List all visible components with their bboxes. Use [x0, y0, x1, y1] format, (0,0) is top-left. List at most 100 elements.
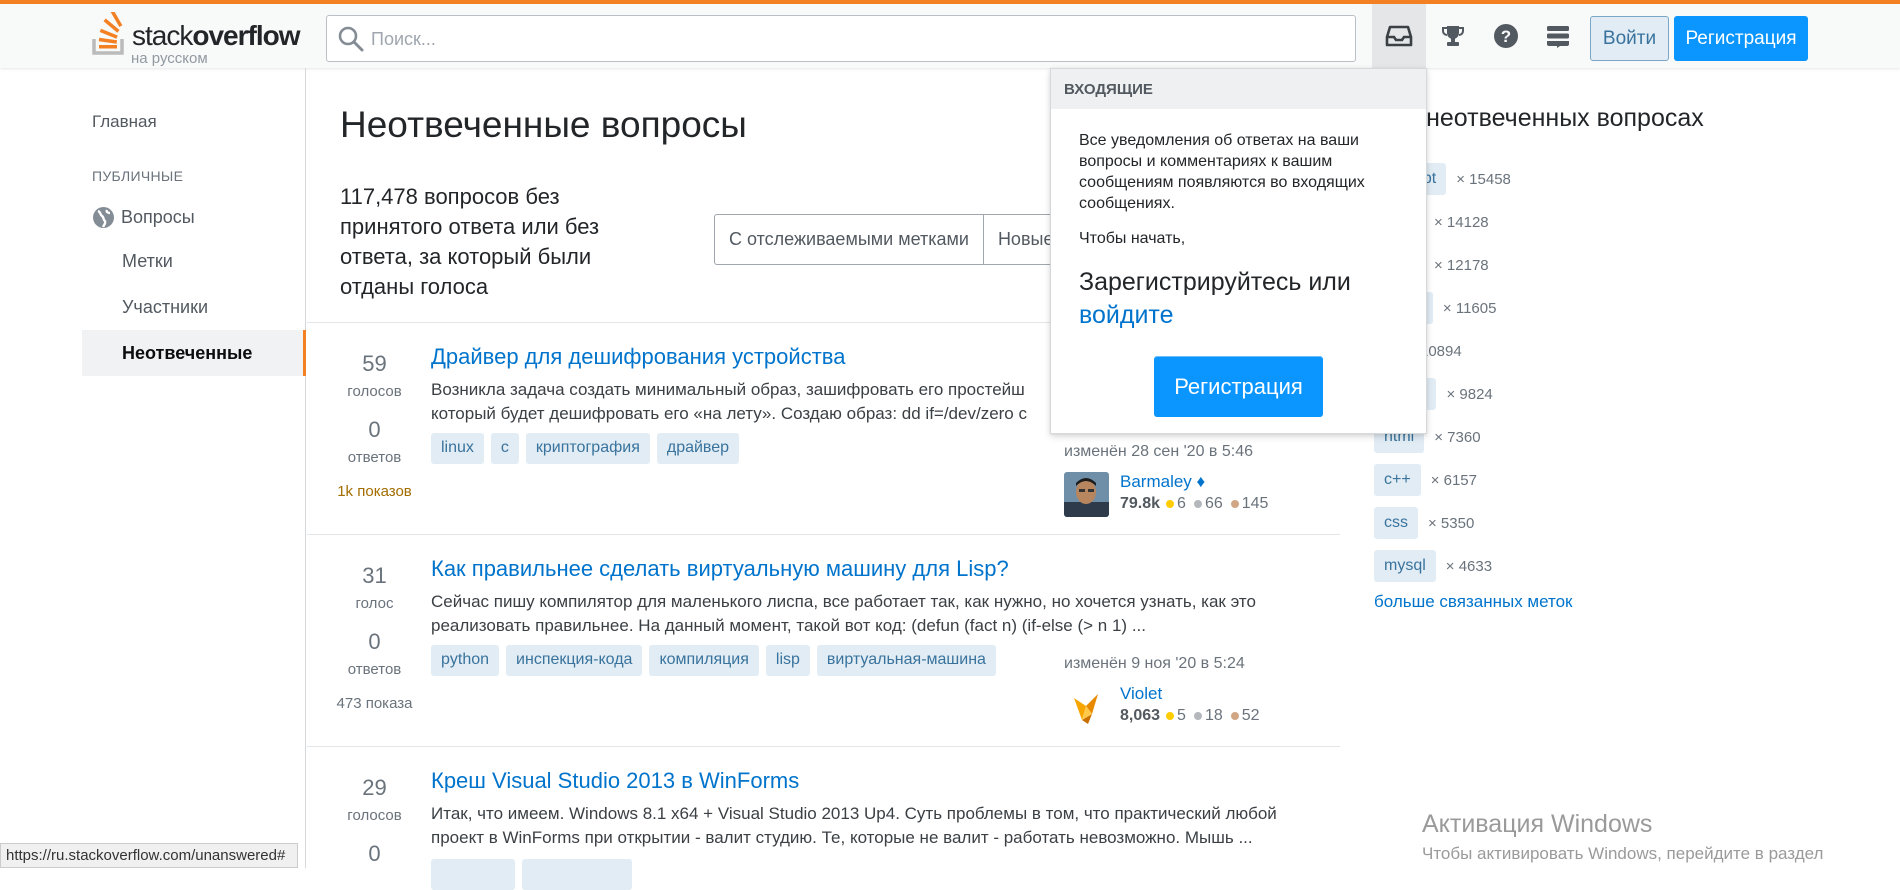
tag-count: × 15458: [1456, 170, 1511, 188]
tag[interactable]: python: [431, 645, 500, 676]
inbox-icon: [1385, 25, 1413, 47]
nav-tags[interactable]: Метки: [122, 251, 173, 272]
globe-icon: [93, 206, 114, 228]
tag-count: × 14128: [1434, 213, 1489, 231]
answer-label: ответов: [347, 661, 402, 678]
answer-count: 0: [327, 841, 422, 867]
gold-badge-icon: [1166, 500, 1175, 508]
login-link[interactable]: войдите: [1079, 301, 1174, 329]
vote-number: 31: [362, 563, 387, 588]
tag[interactable]: криптография: [525, 433, 650, 464]
reputation: 8,063 5 18 52: [1120, 707, 1268, 725]
gold-count: 6: [1177, 495, 1186, 512]
user-name[interactable]: Violet: [1120, 684, 1268, 704]
answer-label: ответов: [347, 449, 402, 466]
search-box[interactable]: [326, 15, 1356, 62]
inbox-heading: ВХОДЯЩИЕ: [1051, 69, 1426, 109]
filter-tracked-tags[interactable]: С отслеживаемыми метками: [715, 215, 984, 264]
browser-status-bar: https://ru.stackoverflow.com/unanswered#: [0, 843, 298, 868]
tag[interactable]: c++: [1374, 464, 1421, 496]
logo-subtitle: на русском: [131, 50, 208, 67]
reputation: 79.8k 6 66 145: [1120, 495, 1276, 513]
bronze-count: 145: [1241, 495, 1269, 512]
vote-count: 31 голос: [327, 563, 422, 612]
tag[interactable]: css: [1374, 507, 1418, 539]
tag[interactable]: драйвер: [656, 433, 740, 464]
view-count: 1k показов: [337, 483, 412, 500]
tag-count: × 6157: [1430, 471, 1477, 489]
question-summary: 31 голос 0 ответов 473 показа Как правил…: [307, 535, 1340, 747]
answer-count: 0 ответов: [327, 629, 422, 678]
left-sidebar: Главная ПУБЛИЧНЫЕ Вопросы Метки Участник…: [0, 68, 306, 868]
question-meta: изменён 28 сен '20 в 5:46 Barmaley ♦ 79.…: [1064, 443, 1324, 517]
tag-count: × 12178: [1434, 256, 1489, 274]
avatar[interactable]: [1064, 472, 1109, 517]
register-button[interactable]: Регистрация: [1674, 16, 1808, 61]
tag[interactable]: виртуальная-машина: [816, 645, 996, 676]
inbox-dialog: ВХОДЯЩИЕ Все уведомления об ответах на в…: [1050, 68, 1427, 434]
reputation-score: 8,063: [1120, 707, 1161, 724]
nav-home[interactable]: Главная: [92, 112, 157, 132]
user-info: Violet 8,063 5 18 52: [1120, 684, 1268, 729]
windows-activation-text: Чтобы активировать Windows, перейдите в …: [1422, 844, 1824, 863]
gold-count: 5: [1177, 707, 1186, 724]
answer-number: 0: [368, 417, 381, 442]
gold-badge-icon: [1166, 712, 1175, 720]
more-related-tags-link[interactable]: больше связанных меток: [1374, 592, 1573, 612]
tag[interactable]: компиляция: [649, 645, 759, 676]
silver-badge-icon: [1193, 712, 1202, 720]
question-title-link[interactable]: Креш Visual Studio 2013 в WinForms: [431, 768, 799, 794]
user-info: Barmaley ♦ 79.8k 6 66 145: [1120, 472, 1276, 517]
user-name[interactable]: Barmaley ♦: [1120, 472, 1276, 492]
windows-activation-title: Активация Windows: [1422, 810, 1653, 838]
site-switcher-button[interactable]: [1531, 4, 1585, 68]
vote-count: 59 голосов: [327, 351, 422, 400]
question-excerpt-line: проект в WinForms при открытии - валит с…: [431, 828, 1253, 847]
tag[interactable]: инспекция-кода: [506, 645, 643, 676]
edited-time[interactable]: изменён 28 сен '20 в 5:46: [1064, 443, 1324, 461]
achievements-button[interactable]: [1426, 4, 1480, 68]
tag-count: × 9824: [1446, 385, 1493, 403]
signup-text: Зарегистрируйтесь или: [1079, 268, 1351, 296]
tag[interactable]: [522, 859, 632, 890]
related-tag: css × 5350: [1374, 507, 1474, 539]
bronze-badge-icon: [1230, 712, 1239, 720]
nav-questions-label: Вопросы: [121, 206, 195, 227]
answer-count: 0 ответов: [327, 417, 422, 466]
nav-users[interactable]: Участники: [122, 297, 208, 318]
tag[interactable]: lisp: [765, 645, 810, 676]
svg-text:?: ?: [1501, 27, 1511, 46]
tag-count: × 5350: [1428, 514, 1475, 532]
reputation-score: 79.8k: [1120, 495, 1161, 512]
tag[interactable]: [431, 859, 515, 890]
login-button[interactable]: Войти: [1590, 16, 1669, 61]
tag[interactable]: linux: [431, 433, 484, 464]
help-button[interactable]: ?: [1479, 4, 1533, 68]
nav-questions[interactable]: Вопросы: [92, 204, 195, 230]
user-card: Violet 8,063 5 18 52: [1064, 684, 1268, 729]
question-excerpt-line: реализовать правильнее. На данный момент…: [431, 616, 1146, 635]
search-input[interactable]: [371, 24, 1331, 54]
vote-label: голосов: [347, 807, 402, 824]
inbox-button[interactable]: [1372, 4, 1426, 68]
silver-count: 66: [1204, 495, 1223, 512]
answer-number: 0: [368, 629, 381, 654]
question-summary: 29 голосов 0 Креш Visual Studio 2013 в W…: [307, 747, 1340, 890]
nav-unanswered[interactable]: Неотвеченные: [82, 330, 306, 376]
inbox-register-button[interactable]: Регистрация: [1154, 356, 1323, 417]
question-title-link[interactable]: Как правильнее сделать виртуальную машин…: [431, 556, 1009, 582]
site-logo[interactable]: stackoverflow на русском: [90, 12, 301, 67]
tag[interactable]: c: [490, 433, 519, 464]
edited-time[interactable]: изменён 9 ноя '20 в 5:24: [1064, 655, 1324, 673]
question-title-link[interactable]: Драйвер для дешифрования устройства: [431, 344, 845, 370]
tag-list: [431, 859, 632, 890]
origami-bird-icon: [1064, 684, 1109, 729]
vote-label: голос: [355, 595, 394, 612]
vote-number: 59: [362, 351, 387, 376]
top-bar: stackoverflow на русском ? Войти Регистр…: [0, 0, 1900, 68]
tag-count: × 4633: [1445, 557, 1493, 575]
avatar[interactable]: [1064, 684, 1109, 729]
tag[interactable]: mysql: [1374, 550, 1436, 582]
question-excerpt-line: Итак, что имеем. Windows 8.1 x64 + Visua…: [431, 804, 1277, 823]
silver-count: 18: [1204, 707, 1223, 724]
